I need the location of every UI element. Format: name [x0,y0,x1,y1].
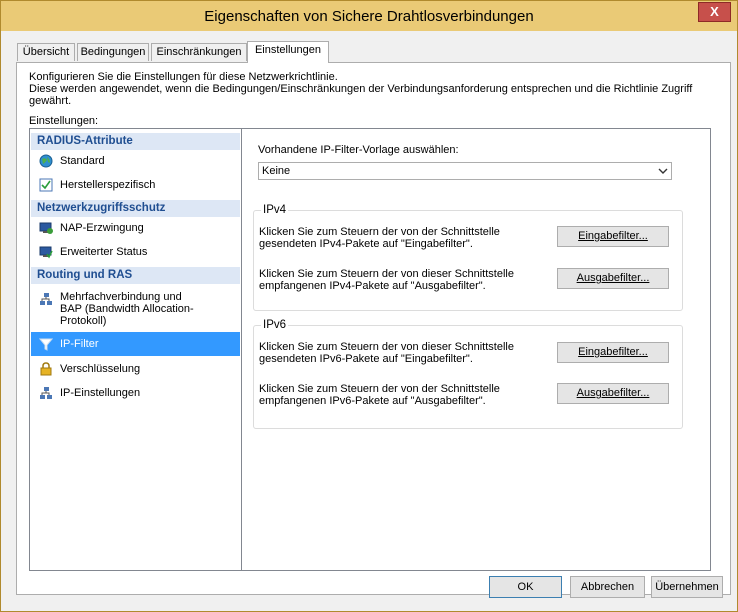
tab-bedingungen[interactable]: Bedingungen [77,43,149,61]
ipv6-output-filter-button[interactable]: Ausgabefilter... [557,383,669,404]
tab-uebersicht[interactable]: Übersicht [17,43,75,61]
tree-item-label-line-2: BAP (Bandwidth Allocation- [60,303,194,315]
tab-einschraenkungen[interactable]: Einschränkungen [151,43,247,61]
tree-item-label: NAP-Erzwingung [60,222,144,234]
chevron-down-icon [658,168,668,174]
network-icon [40,293,52,305]
ipv4-output-text-1: Klicken Sie zum Steuern der von dieser S… [259,268,514,280]
tree-item-label: Herstellerspezifisch [60,179,156,191]
tree-item-herstellerspezifisch[interactable]: Herstellerspezifisch [31,176,240,195]
tree-item-label: IP-Filter [60,338,99,350]
ip-filter-panel: Vorhandene IP-Filter-Vorlage auswählen: … [241,128,711,571]
tree-item-label-line-3: Protokoll) [60,315,107,327]
tree-item-nap-erzwingung[interactable]: NAP-Erzwingung [31,219,240,238]
tree-item-label: IP-Einstellungen [60,387,141,399]
ipv6-input-text-2: gesendeten IPv6-Pakete auf "Eingabefilte… [259,353,473,365]
ipv4-group-title: IPv4 [261,204,289,216]
ipv4-input-text-1: Klicken Sie zum Steuern der von der Schn… [259,226,500,238]
ipv4-output-filter-button[interactable]: Ausgabefilter... [557,268,669,289]
button-label: Eingabefilter... [578,346,648,358]
ipv4-input-filter-button[interactable]: Eingabefilter... [557,226,669,247]
tree-item-label: Mehrfachverbindung und [60,291,182,303]
lock-icon [40,362,52,376]
ipv6-input-filter-button[interactable]: Eingabefilter... [557,342,669,363]
button-label: Ausgabefilter... [576,272,650,284]
ok-button[interactable]: OK [489,576,562,598]
ipv6-group: IPv6 Klicken Sie zum Steuern der von die… [253,319,683,429]
ipv6-input-text-1: Klicken Sie zum Steuern der von dieser S… [259,341,514,353]
button-label: Eingabefilter... [578,230,648,242]
ipv4-group: IPv4 Klicken Sie zum Steuern der von der… [253,204,683,311]
status-monitor-icon [39,246,53,259]
window-title: Eigenschaften von Sichere Drahtlosverbin… [204,8,534,25]
close-icon: X [710,4,719,19]
template-select-value: Keine [262,165,291,177]
nap-monitor-icon [39,222,53,234]
category-netzwerkzugriffsschutz: Netzwerkzugriffsschutz [31,200,240,217]
ipv6-output-text-1: Klicken Sie zum Steuern der von der Schn… [259,383,500,395]
category-radius-attribute: RADIUS-Attribute [31,133,240,150]
settings-tree: RADIUS-Attribute Standard Herstellerspez… [29,128,242,571]
close-button[interactable]: X [698,2,731,22]
filter-icon [39,338,53,351]
template-label: Vorhandene IP-Filter-Vorlage auswählen: [258,144,459,156]
ipv6-group-title: IPv6 [261,319,289,331]
button-label: Ausgabefilter... [576,387,650,399]
tree-item-label: Standard [60,155,105,167]
cancel-button[interactable]: Abbrechen [570,576,645,598]
tree-item-mehrfachverbindung[interactable]: Mehrfachverbindung und BAP (Bandwidth Al… [31,288,240,330]
tree-item-ip-einstellungen[interactable]: IP-Einstellungen [31,384,240,403]
ipv4-input-text-2: gesendeten IPv4-Pakete auf "Eingabefilte… [259,238,473,250]
tree-item-label: Erweiterter Status [60,246,148,258]
template-select[interactable]: Keine [258,162,672,180]
properties-dialog: Eigenschaften von Sichere Drahtlosverbin… [0,0,738,612]
title-bar[interactable]: Eigenschaften von Sichere Drahtlosverbin… [1,1,737,31]
tree-item-label: Verschlüsselung [60,363,141,375]
description-line-2: Diese werden angewendet, wenn die Beding… [29,83,693,107]
dialog-client: Übersicht Bedingungen Einschränkungen Ei… [9,31,731,605]
ipv4-output-text-2: empfangenen IPv4-Pakete auf "Ausgabefilt… [259,280,486,292]
tree-item-erweiterter-status[interactable]: Erweiterter Status [31,243,240,262]
tree-item-verschluesselung[interactable]: Verschlüsselung [31,360,240,379]
tree-item-ip-filter[interactable]: IP-Filter [31,332,240,356]
tab-einstellungen[interactable]: Einstellungen [247,41,329,63]
ipv6-output-text-2: empfangenen IPv6-Pakete auf "Ausgabefilt… [259,395,486,407]
apply-button[interactable]: Übernehmen [651,576,723,598]
tree-item-standard[interactable]: Standard [31,152,240,171]
settings-label: Einstellungen: [29,115,99,127]
checkbox-doc-icon [39,178,53,192]
description-line-1: Konfigurieren Sie die Einstellungen für … [29,71,338,83]
globe-icon [39,154,53,168]
network-icon [40,387,52,399]
category-routing-und-ras: Routing und RAS [31,267,240,284]
